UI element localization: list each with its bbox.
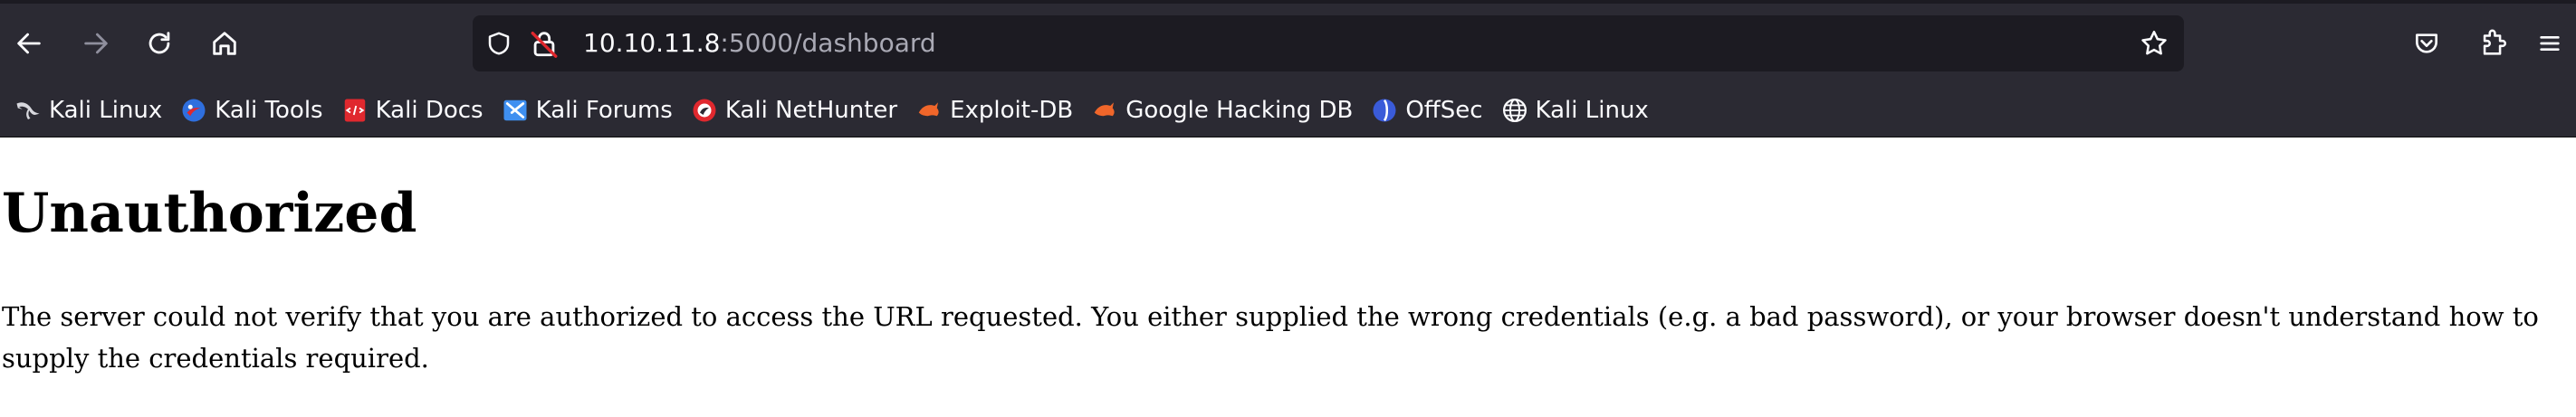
bookmark-kali-nethunter[interactable]: Kali NetHunter	[684, 90, 905, 130]
home-button[interactable]	[201, 20, 248, 67]
page-content: Unauthorized The server could not verify…	[0, 137, 2576, 417]
page-title: Unauthorized	[2, 182, 417, 245]
insecure-lock-icon[interactable]	[529, 28, 560, 62]
exploit-db-icon	[915, 97, 943, 124]
pocket-icon	[2416, 33, 2437, 53]
home-icon	[213, 32, 236, 55]
reload-icon	[148, 32, 170, 54]
bookmark-label: Kali Docs	[375, 97, 484, 124]
url-bar[interactable]: 10.10.11.8:5000/dashboard	[473, 15, 2184, 71]
kali-docs-icon	[341, 97, 369, 124]
browser-toolbar: 10.10.11.8:5000/dashboard Kali Linux Kal…	[0, 0, 2576, 137]
back-button[interactable]	[5, 20, 53, 67]
url-text[interactable]: 10.10.11.8:5000/dashboard	[583, 28, 936, 59]
bookmark-offsec[interactable]: OffSec	[1364, 90, 1489, 130]
pocket-button[interactable]	[2405, 22, 2448, 65]
bookmark-google-hacking-db[interactable]: Google Hacking DB	[1084, 90, 1360, 130]
back-arrow-icon	[17, 33, 41, 54]
reload-button[interactable]	[136, 20, 183, 67]
kali-dragon-icon	[14, 97, 42, 124]
extensions-icon	[2483, 29, 2506, 55]
star-icon[interactable]	[2139, 28, 2169, 62]
bookmark-kali-linux-2[interactable]: Kali Linux	[1494, 90, 1656, 130]
bookmark-label: Google Hacking DB	[1125, 97, 1354, 124]
window-top-edge	[0, 0, 2576, 4]
bookmark-label: Kali Linux	[49, 97, 163, 124]
nethunter-icon	[691, 97, 718, 124]
url-host: 10.10.11.8	[583, 28, 721, 58]
bookmark-kali-forums[interactable]: Kali Forums	[494, 90, 680, 130]
bookmark-kali-docs[interactable]: Kali Docs	[334, 90, 491, 130]
error-message: The server could not verify that you are…	[2, 301, 2539, 374]
kali-tools-icon	[180, 97, 207, 124]
bookmark-kali-tools[interactable]: Kali Tools	[173, 90, 330, 130]
bookmark-label: Exploit-DB	[950, 97, 1074, 124]
bookmark-label: Kali Forums	[535, 97, 673, 124]
url-path: :5000/dashboard	[720, 28, 936, 58]
bookmark-label: Kali NetHunter	[724, 97, 898, 124]
bookmark-exploit-db[interactable]: Exploit-DB	[908, 90, 1080, 130]
forward-button[interactable]	[72, 20, 120, 67]
menu-button[interactable]	[2528, 22, 2571, 65]
bookmark-label: OffSec	[1405, 97, 1483, 124]
hamburger-menu-icon	[2540, 35, 2560, 51]
globe-icon	[1501, 97, 1528, 124]
bookmark-kali-linux[interactable]: Kali Linux	[7, 90, 169, 130]
shield-icon[interactable]	[485, 30, 512, 61]
extensions-button[interactable]	[2472, 22, 2515, 65]
ghdb-icon	[1091, 97, 1118, 124]
kali-forums-icon	[502, 97, 529, 124]
offsec-icon	[1371, 97, 1398, 124]
bookmark-label: Kali Linux	[1535, 97, 1649, 124]
bookmark-label: Kali Tools	[215, 97, 323, 124]
bookmarks-toolbar: Kali Linux Kali Tools Kali Docs Kali For…	[0, 87, 1660, 134]
forward-arrow-icon	[84, 33, 108, 54]
